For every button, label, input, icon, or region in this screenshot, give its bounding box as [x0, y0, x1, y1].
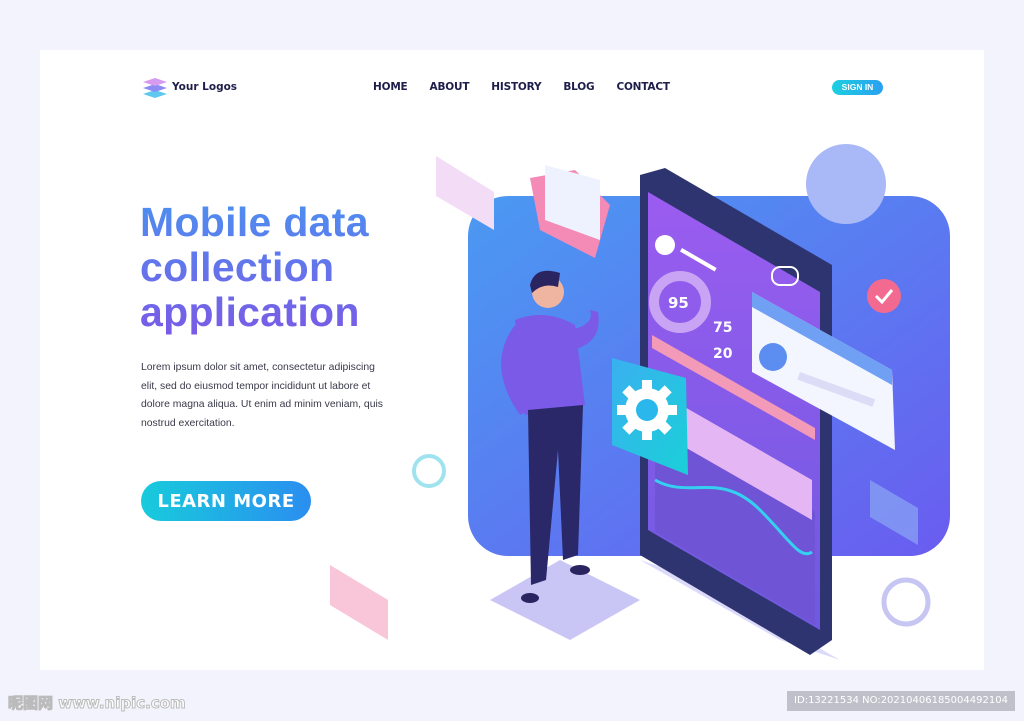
watermark-id: ID:13221534 NO:20210406185004492104 [787, 691, 1015, 711]
nav-history[interactable]: HISTORY [491, 81, 541, 93]
watermark-site: 昵图网 www.nipic.com [8, 694, 187, 713]
main-nav: HOME ABOUT HISTORY BLOG CONTACT [373, 81, 692, 93]
nav-home[interactable]: HOME [373, 81, 408, 93]
logo[interactable]: Your Logos [142, 76, 237, 98]
stat-75: 75 [713, 320, 732, 336]
hero-illustration: 95 75 20 [330, 144, 950, 660]
learn-more-button[interactable]: LEARN MORE [141, 481, 311, 521]
nav-about[interactable]: ABOUT [430, 81, 470, 93]
gear-icon [617, 380, 677, 440]
stat-20: 20 [713, 346, 733, 362]
decor-tile [330, 565, 388, 640]
nav-contact[interactable]: CONTACT [616, 81, 670, 93]
floor-shadow [490, 560, 640, 640]
decor-tile [436, 156, 494, 230]
decor-circle [806, 144, 886, 224]
sign-in-button[interactable]: SIGN IN [832, 80, 883, 95]
stat-95: 95 [668, 294, 689, 312]
decor-ring [412, 454, 446, 488]
check-icon [867, 279, 901, 313]
nav-blog[interactable]: BLOG [563, 81, 594, 93]
decor-ring [881, 577, 931, 627]
logo-icon [143, 78, 167, 98]
logo-text: Your Logos [172, 81, 238, 93]
